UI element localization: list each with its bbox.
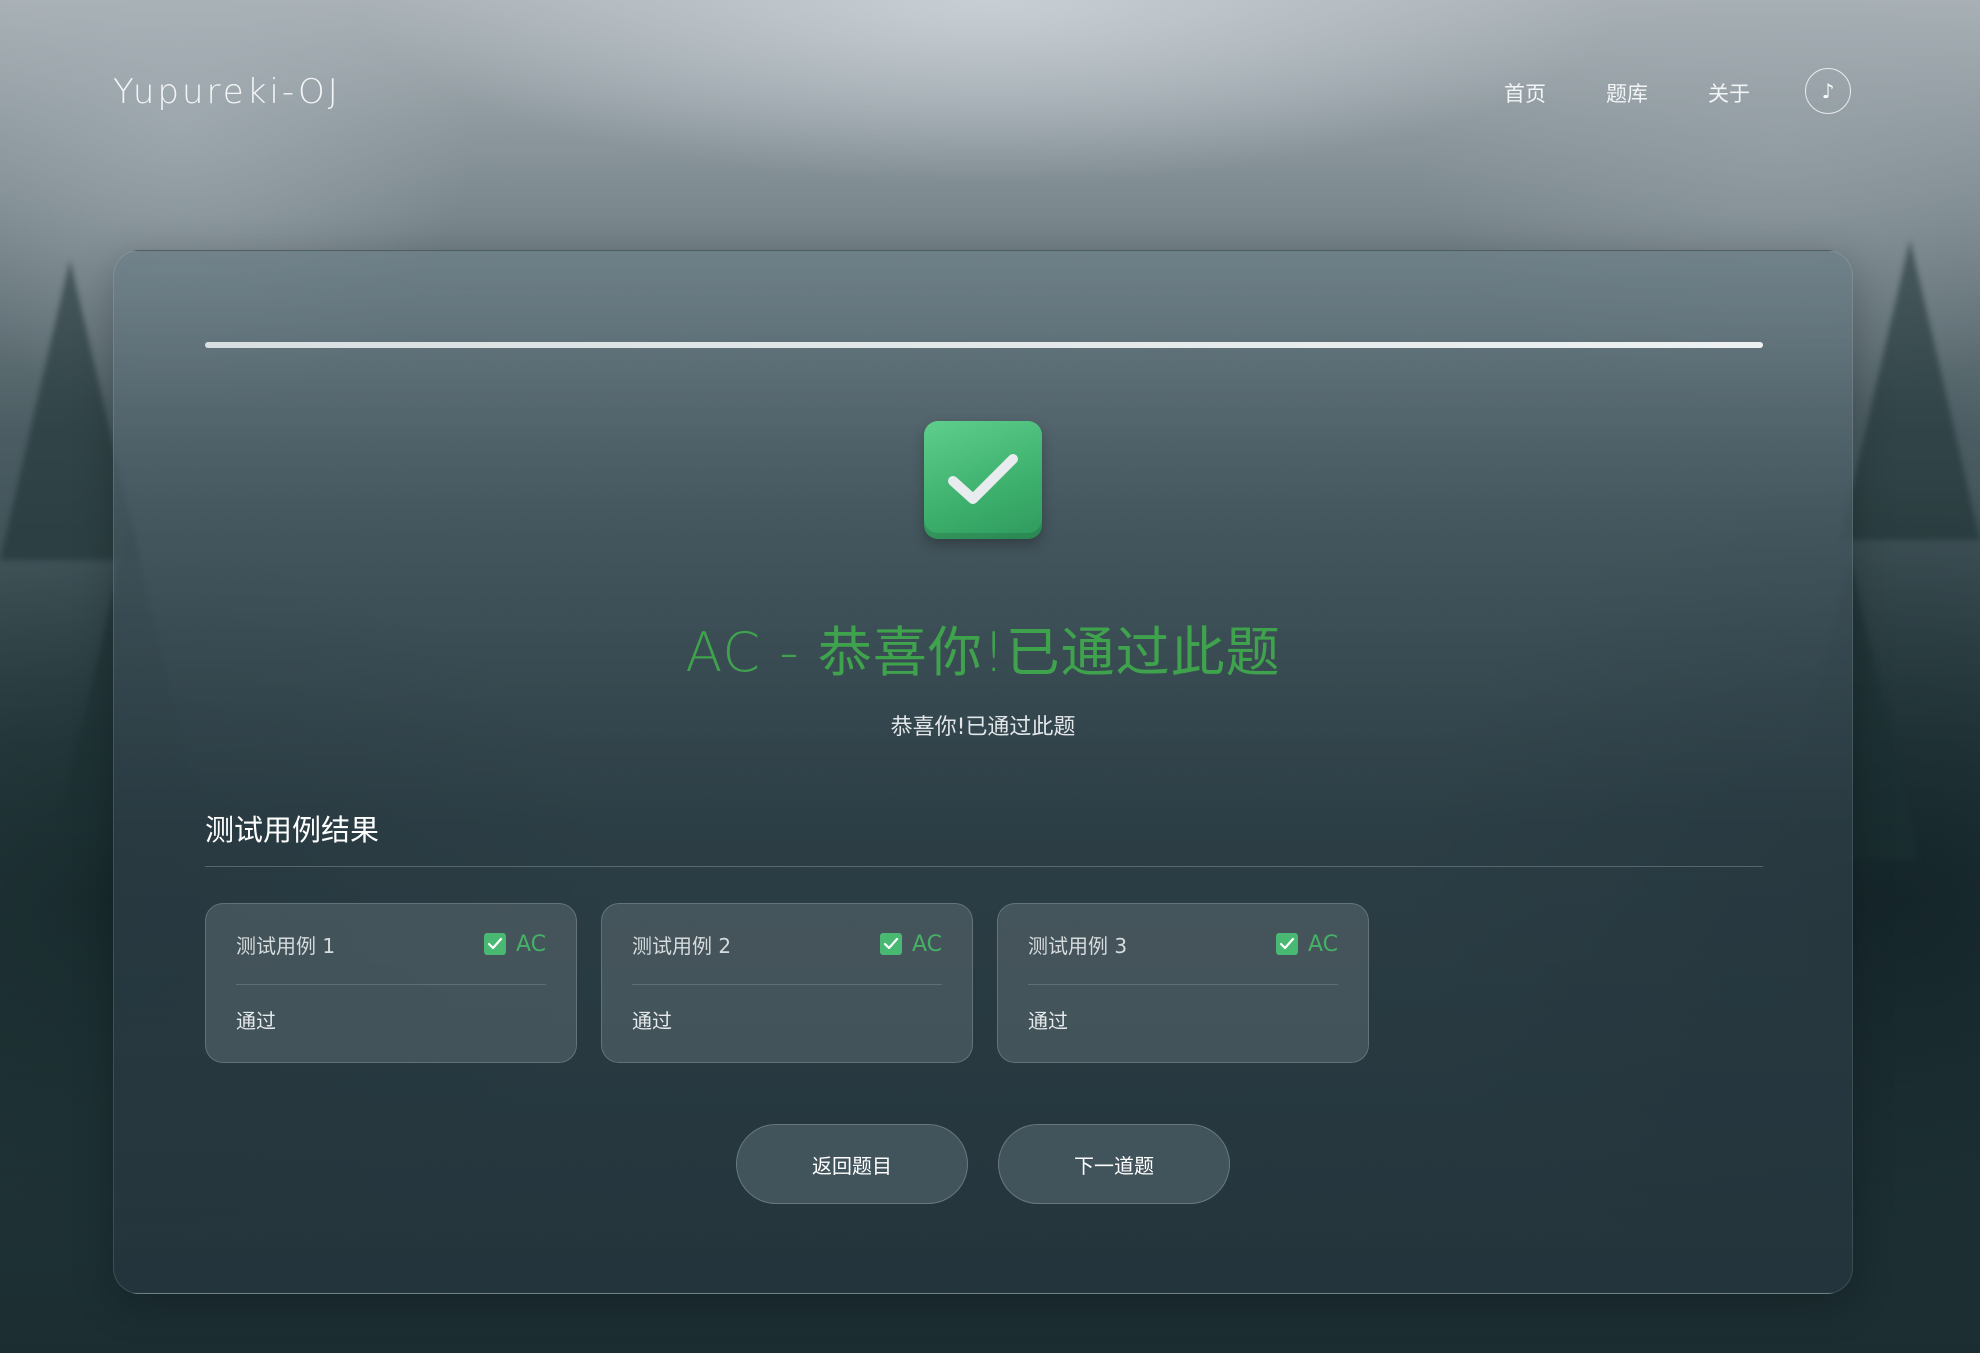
test-case-status-label: AC <box>1307 931 1338 957</box>
check-box-icon <box>483 933 506 955</box>
test-case-status-label: AC <box>515 931 546 957</box>
test-case-detail: 通过 <box>632 1009 672 1033</box>
test-case-status: AC <box>879 931 942 957</box>
next-problem-button[interactable]: 下一道题 <box>998 1124 1230 1204</box>
brand-logo[interactable]: Yupureki-OJ <box>113 72 341 112</box>
test-case-header: 测试用例 1 AC <box>236 904 546 985</box>
check-box-icon <box>1275 933 1298 955</box>
test-case-detail: 通过 <box>1028 1009 1068 1033</box>
test-case-detail: 通过 <box>236 1009 276 1033</box>
action-buttons: 返回题目 下一道题 <box>114 1124 1852 1204</box>
test-case-header: 测试用例 2 AC <box>632 904 942 985</box>
result-subtitle: 恭喜你!已通过此题 <box>890 715 1076 740</box>
progress-bar-fill <box>205 342 1763 348</box>
test-cases-heading: 测试用例结果 <box>205 813 380 847</box>
check-box-icon <box>924 421 1042 539</box>
test-case-card: 测试用例 1 AC 通过 <box>205 903 577 1063</box>
nav-link-problems[interactable]: 题库 <box>1606 78 1648 108</box>
result-title: AC - 恭喜你!已通过此题 <box>685 621 1281 684</box>
result-panel: AC - 恭喜你!已通过此题 恭喜你!已通过此题 测试用例结果 测试用例 1 A… <box>113 250 1853 1294</box>
test-case-status: AC <box>483 931 546 957</box>
nav-links: 首页 题库 关于 <box>1504 78 1750 108</box>
background-tree <box>1840 240 1980 540</box>
test-case-status: AC <box>1275 931 1338 957</box>
back-to-problem-button[interactable]: 返回题目 <box>736 1124 968 1204</box>
progress-bar <box>205 342 1763 348</box>
test-case-card: 测试用例 3 AC 通过 <box>997 903 1369 1063</box>
test-case-status-label: AC <box>911 931 942 957</box>
test-case-list: 测试用例 1 AC 通过 测试用例 2 AC 通过 测试用例 3 AC 通过 <box>205 903 1369 1063</box>
nav-link-home[interactable]: 首页 <box>1504 78 1546 108</box>
test-case-card: 测试用例 2 AC 通过 <box>601 903 973 1063</box>
check-box-icon <box>879 933 902 955</box>
test-case-name: 测试用例 3 <box>1028 933 1128 958</box>
divider <box>205 866 1763 867</box>
test-case-name: 测试用例 2 <box>632 933 732 958</box>
music-note-icon: ♪ <box>1821 79 1835 103</box>
nav-link-about[interactable]: 关于 <box>1708 78 1750 108</box>
music-toggle-button[interactable]: ♪ <box>1805 68 1851 114</box>
test-case-name: 测试用例 1 <box>236 933 336 958</box>
navbar: Yupureki-OJ 首页 题库 关于 ♪ <box>0 0 1980 185</box>
test-case-header: 测试用例 3 AC <box>1028 904 1338 985</box>
